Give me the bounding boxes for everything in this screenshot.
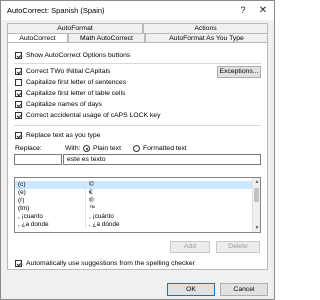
divider <box>14 63 261 64</box>
replace-as-type-checkbox[interactable] <box>15 132 22 139</box>
caps-lock-label: Correct accidental usage of cAPS LOCK ke… <box>26 112 161 119</box>
first-sentence-checkbox[interactable] <box>15 79 22 86</box>
column-separator <box>85 181 86 189</box>
cancel-button[interactable]: Cancel <box>220 283 268 296</box>
column-separator <box>85 221 86 229</box>
entry-replace: (r) <box>18 197 25 204</box>
autocorrect-dialog: AutoCorrect: Spanish (Spain) ? ✕ AutoFor… <box>0 0 275 300</box>
replace-label: Replace: <box>15 145 42 152</box>
entry-replace: (c) <box>18 181 26 188</box>
list-item[interactable]: (r) ® <box>15 197 253 205</box>
tab-label: AutoCorrect <box>19 35 56 42</box>
formatted-text-label: Formatted text <box>143 145 187 152</box>
list-item[interactable]: , ¿a donde , ¿a dónde <box>15 221 253 229</box>
auto-suggest-checkbox[interactable] <box>15 260 22 267</box>
first-table-checkbox[interactable] <box>15 90 22 97</box>
exceptions-button[interactable]: Exceptions... <box>217 66 261 78</box>
first-table-label: Capitalize first letter of table cells <box>26 90 126 97</box>
entry-with: © <box>89 181 94 188</box>
caps-lock-checkbox[interactable] <box>15 112 22 119</box>
entry-replace: (tm) <box>18 205 30 212</box>
entry-with: ™ <box>89 205 96 212</box>
names-days-label: Capitalize names of days <box>26 101 102 108</box>
replace-as-type-label: Replace text as you type <box>26 132 101 139</box>
with-label: With: <box>65 145 81 152</box>
tab-label: Math AutoCorrect <box>80 35 133 42</box>
entry-with: ® <box>89 197 94 204</box>
tab-label: AutoFormat As You Type <box>169 35 244 42</box>
show-buttons-label: Show AutoCorrect Options buttons <box>26 52 131 59</box>
tab-label: AutoFormat <box>57 25 93 32</box>
entry-replace: , ¡cuanto <box>18 213 43 220</box>
scroll-thumb[interactable] <box>254 188 259 202</box>
entry-with: , ¡cuánto <box>89 213 114 220</box>
add-button[interactable]: Add <box>170 241 210 253</box>
auto-suggest-label: Automatically use suggestions from the s… <box>26 260 195 267</box>
entry-replace: (e) <box>18 189 26 196</box>
scroll-down-icon[interactable]: ▼ <box>253 224 260 232</box>
column-separator <box>85 205 86 213</box>
help-icon[interactable]: ? <box>235 4 251 17</box>
plain-text-label: Plain text <box>93 145 121 152</box>
entry-replace: , ¿a donde <box>18 221 49 228</box>
list-item[interactable]: (e) € <box>15 189 253 197</box>
two-initials-label: Correct TWo INitial CApitals <box>26 68 111 75</box>
scroll-up-icon[interactable]: ▲ <box>253 178 260 186</box>
two-initials-checkbox[interactable] <box>15 68 22 75</box>
column-separator <box>85 197 86 205</box>
autocorrect-entries-list[interactable]: (c) © (e) € (r) ® (tm) ™ , ¡cuanto , ¡cu… <box>14 177 261 233</box>
title-bar: AutoCorrect: Spanish (Spain) ? ✕ <box>1 1 274 20</box>
entry-with: , ¿a dónde <box>89 221 120 228</box>
window-title: AutoCorrect: Spanish (Spain) <box>7 6 105 15</box>
first-sentence-label: Capitalize first letter of sentences <box>26 79 127 86</box>
plain-text-radio[interactable] <box>83 145 90 152</box>
list-scrollbar[interactable]: ▲ ▼ <box>252 178 260 232</box>
show-buttons-checkbox[interactable] <box>15 52 22 59</box>
with-input[interactable]: este es texto <box>63 154 261 165</box>
close-icon[interactable]: ✕ <box>255 4 271 17</box>
formatted-text-radio[interactable] <box>133 145 140 152</box>
column-separator <box>85 189 86 197</box>
entry-with: € <box>89 189 93 196</box>
list-item[interactable]: (c) © <box>15 181 253 189</box>
list-item[interactable]: , ¡cuanto , ¡cuánto <box>15 213 253 221</box>
replace-input[interactable] <box>14 154 62 165</box>
ok-button[interactable]: OK <box>167 283 215 296</box>
tab-label: Actions <box>194 25 217 32</box>
divider <box>14 125 261 126</box>
names-days-checkbox[interactable] <box>15 101 22 108</box>
column-separator <box>85 213 86 221</box>
delete-button[interactable]: Delete <box>216 241 260 253</box>
list-item[interactable]: (tm) ™ <box>15 205 253 213</box>
